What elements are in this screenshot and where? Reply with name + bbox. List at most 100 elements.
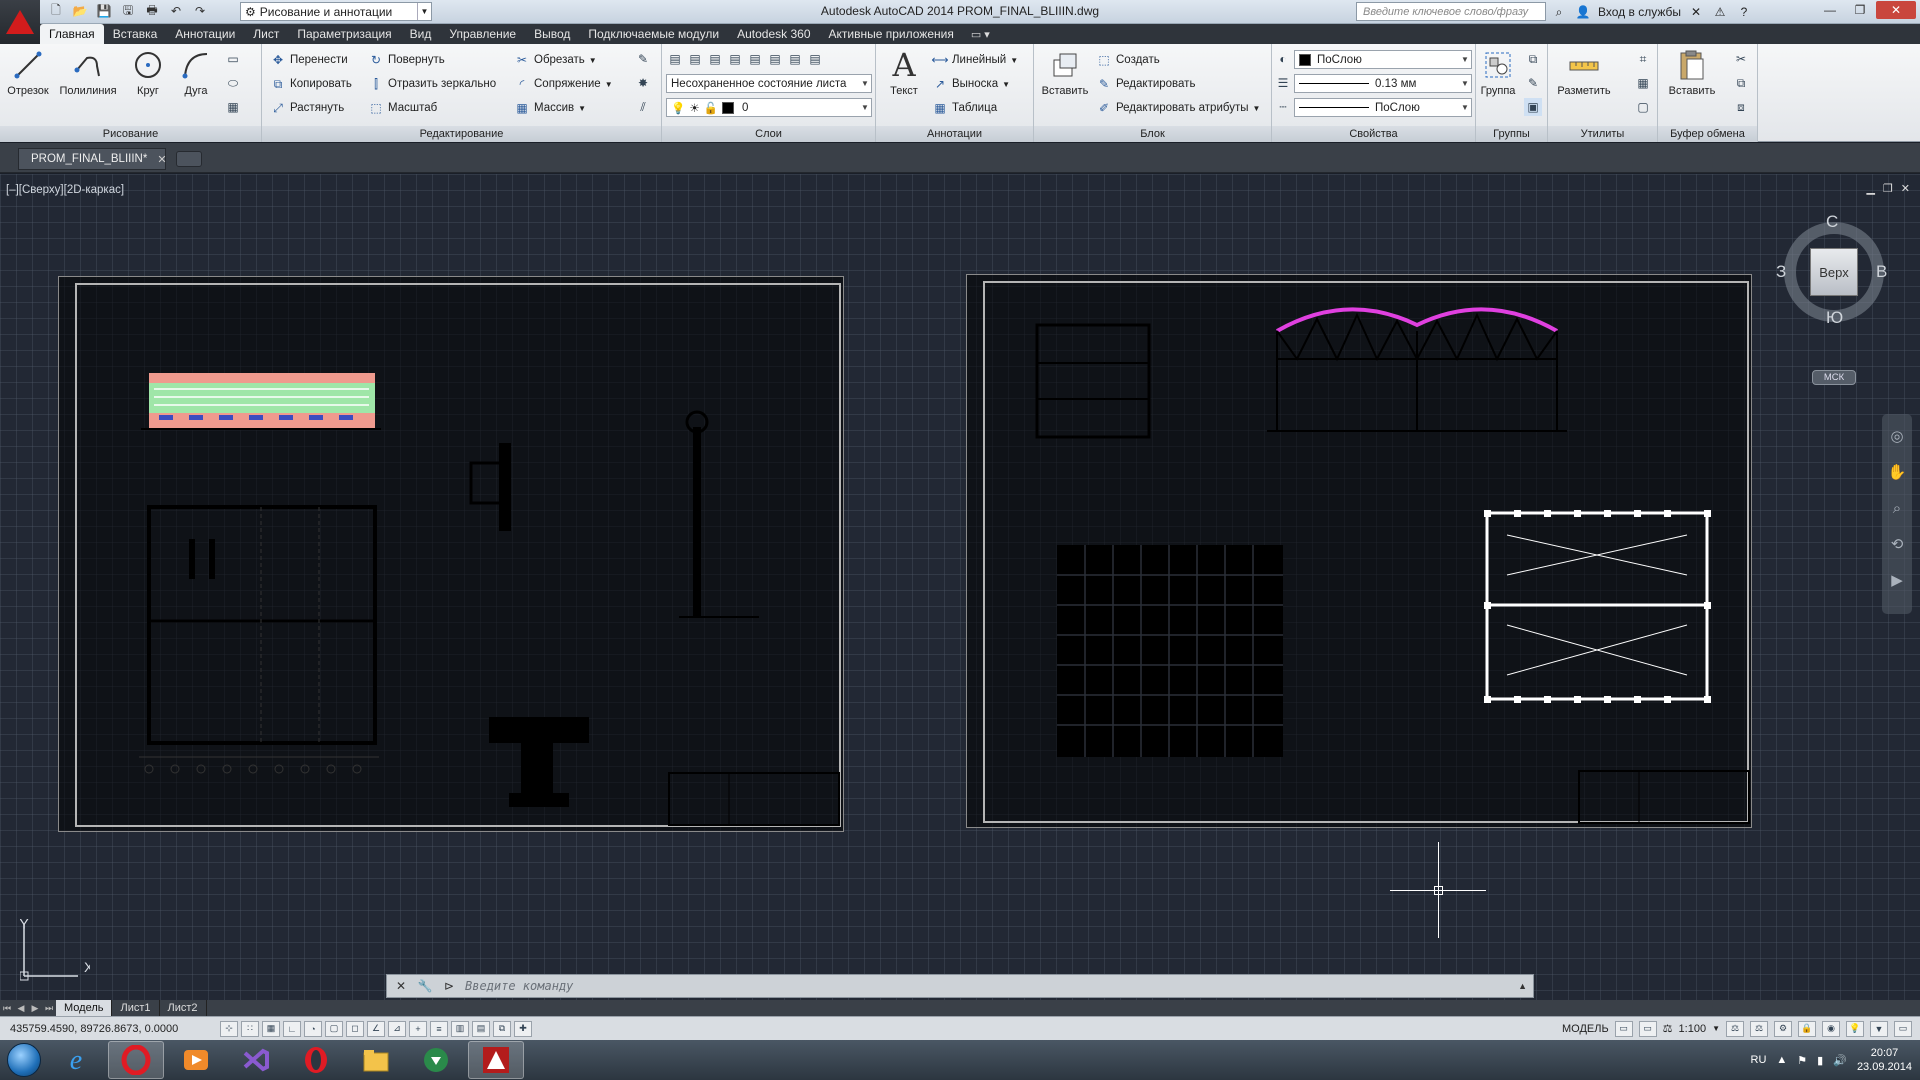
- fillet-tool[interactable]: ◜ Сопряжение ▼: [514, 74, 613, 94]
- circle-tool[interactable]: Круг: [124, 48, 172, 97]
- signal-icon[interactable]: ▮: [1817, 1054, 1823, 1067]
- tab-annotate[interactable]: Аннотации: [166, 24, 244, 44]
- stretch-tool[interactable]: ⤢ Растянуть: [270, 98, 344, 118]
- layer-previous-icon[interactable]: ▤: [806, 50, 824, 68]
- taskbar-download-manager[interactable]: [408, 1041, 464, 1079]
- model-space-toggle[interactable]: МОДЕЛЬ: [1562, 1023, 1609, 1035]
- ribbon-toggle-icon[interactable]: ▭ ▾: [963, 28, 998, 41]
- annotation-panel-title[interactable]: Аннотации: [876, 126, 1033, 142]
- scale-tool[interactable]: ⬚ Масштаб: [368, 98, 437, 118]
- grid-icon[interactable]: ▦: [262, 1020, 280, 1037]
- viewcube[interactable]: Верх С Ю В З: [1776, 212, 1892, 330]
- compass-north[interactable]: С: [1826, 212, 1838, 232]
- new-tab-button[interactable]: [176, 151, 202, 167]
- lineweight-toggle-icon[interactable]: ≡: [430, 1020, 448, 1037]
- ucs-menu-button[interactable]: МСК: [1812, 370, 1856, 385]
- hardware-acceleration-icon[interactable]: ◉: [1822, 1020, 1840, 1037]
- taskbar-explorer[interactable]: [348, 1041, 404, 1079]
- first-tab-icon[interactable]: ⏮: [0, 1003, 14, 1014]
- compass-west[interactable]: З: [1776, 262, 1786, 282]
- tab-layout[interactable]: Лист: [244, 24, 288, 44]
- rotate-tool[interactable]: ↻ Повернуть: [368, 50, 445, 70]
- lineweight-select[interactable]: 0.13 мм ▼: [1294, 74, 1472, 93]
- language-indicator[interactable]: RU: [1751, 1054, 1767, 1066]
- clean-screen-icon[interactable]: ▭: [1894, 1020, 1912, 1037]
- taskbar-opera-2[interactable]: [288, 1041, 344, 1079]
- start-button[interactable]: [0, 1040, 48, 1080]
- table-tool[interactable]: ▦ Таблица: [932, 98, 997, 118]
- tab-insert[interactable]: Вставка: [104, 24, 167, 44]
- layer-lock-icon[interactable]: ▤: [766, 50, 784, 68]
- tab-view[interactable]: Вид: [401, 24, 441, 44]
- polar-icon[interactable]: ◔: [304, 1020, 322, 1037]
- status-bar-menu-icon[interactable]: ▼: [1870, 1020, 1888, 1037]
- file-tab[interactable]: PROM_FINAL_BLIIIN* ✕: [18, 148, 167, 170]
- ortho-icon[interactable]: ∟: [283, 1020, 301, 1037]
- quick-view-layouts-icon[interactable]: ▭: [1614, 1020, 1633, 1037]
- tab-manage[interactable]: Управление: [440, 24, 525, 44]
- show-hidden-icons-icon[interactable]: ▲: [1776, 1054, 1787, 1066]
- binoculars-icon[interactable]: ⌕: [1550, 3, 1568, 21]
- notification-icon[interactable]: ⚠: [1711, 3, 1729, 21]
- volume-icon[interactable]: 🔊: [1833, 1054, 1847, 1067]
- taskbar-media-player[interactable]: [168, 1041, 224, 1079]
- draw-panel-title[interactable]: Рисование: [0, 126, 261, 142]
- group-tool[interactable]: Группа: [1478, 48, 1518, 97]
- save-icon[interactable]: 💾: [94, 2, 114, 20]
- tab-layout1[interactable]: Лист1: [112, 1000, 160, 1016]
- dyn-icon[interactable]: +: [409, 1020, 427, 1037]
- measure-tool[interactable]: Разметить: [1552, 48, 1616, 97]
- block-panel-title[interactable]: Блок: [1034, 126, 1271, 142]
- annotation-scale-select[interactable]: 1:100: [1679, 1023, 1707, 1035]
- tab-output[interactable]: Вывод: [525, 24, 579, 44]
- transparency-icon[interactable]: ▥: [451, 1020, 469, 1037]
- close-icon[interactable]: ✕: [157, 153, 166, 166]
- match-properties-icon[interactable]: ◐: [1274, 50, 1292, 68]
- otrack-icon[interactable]: ∠: [367, 1020, 385, 1037]
- close-button[interactable]: ✕: [1876, 1, 1916, 19]
- layer-properties-icon[interactable]: ▤: [666, 50, 684, 68]
- explode-icon[interactable]: ✸: [634, 74, 652, 92]
- viewport-restore-icon[interactable]: ❐: [1883, 182, 1893, 195]
- selection-cycling-icon[interactable]: ⧉: [493, 1020, 511, 1037]
- open-icon[interactable]: 📂: [70, 2, 90, 20]
- properties-panel-title[interactable]: Свойства: [1272, 126, 1475, 142]
- clipboard-panel-title[interactable]: Буфер обмена: [1658, 126, 1757, 142]
- copy-clip-icon[interactable]: ⧉: [1732, 74, 1750, 92]
- compass-east[interactable]: В: [1876, 262, 1887, 282]
- autocad-app-menu-button[interactable]: [0, 0, 40, 44]
- linetype-select[interactable]: ПоСлою ▼: [1294, 98, 1472, 117]
- taskbar-opera-1[interactable]: [108, 1041, 164, 1079]
- move-tool[interactable]: ✥ Перенести: [270, 50, 348, 70]
- command-line[interactable]: ✕ 🔧 ⊳ Введите команду ▲: [386, 974, 1534, 998]
- close-icon[interactable]: ✕: [393, 978, 409, 994]
- array-tool[interactable]: ▦ Массив ▼: [514, 98, 586, 118]
- trim-tool[interactable]: ✂ Обрезать ▼: [514, 50, 597, 70]
- edit-attributes-tool[interactable]: ✐ Редактировать атрибуты ▼: [1096, 98, 1260, 118]
- lock-icon[interactable]: 🔒: [1798, 1020, 1816, 1037]
- orbit-icon[interactable]: ⟲: [1882, 530, 1912, 558]
- ducs-icon[interactable]: ⊿: [388, 1020, 406, 1037]
- text-tool[interactable]: A Текст: [880, 46, 928, 97]
- tab-featured-apps[interactable]: Активные приложения: [820, 24, 963, 44]
- polyline-tool[interactable]: Полилиния: [56, 48, 120, 97]
- layer-match-icon[interactable]: ▤: [786, 50, 804, 68]
- modify-panel-title[interactable]: Редактирование: [262, 126, 661, 142]
- tab-parametric[interactable]: Параметризация: [288, 24, 400, 44]
- insert-block-tool[interactable]: Вставить: [1038, 48, 1092, 97]
- group-edit-icon[interactable]: ✎: [1524, 74, 1542, 92]
- 3d-osnap-icon[interactable]: ◻: [346, 1020, 364, 1037]
- hatch-icon[interactable]: ▦: [224, 98, 242, 116]
- color-select[interactable]: ПоСлою ▼: [1294, 50, 1472, 69]
- layer-off-icon[interactable]: ▤: [706, 50, 724, 68]
- erase-icon[interactable]: ✎: [634, 50, 652, 68]
- viewport-minimize-icon[interactable]: ▁: [1866, 182, 1874, 195]
- group-select-icon[interactable]: ▣: [1524, 98, 1542, 116]
- offset-icon[interactable]: ⫽: [634, 98, 652, 116]
- cut-icon[interactable]: ✂: [1732, 50, 1750, 68]
- undo-icon[interactable]: ↶: [166, 2, 186, 20]
- tab-layout2[interactable]: Лист2: [160, 1000, 207, 1016]
- taskbar-visual-studio[interactable]: [228, 1041, 284, 1079]
- help-icon[interactable]: ?: [1735, 3, 1753, 21]
- print-icon[interactable]: 🖶: [142, 2, 162, 20]
